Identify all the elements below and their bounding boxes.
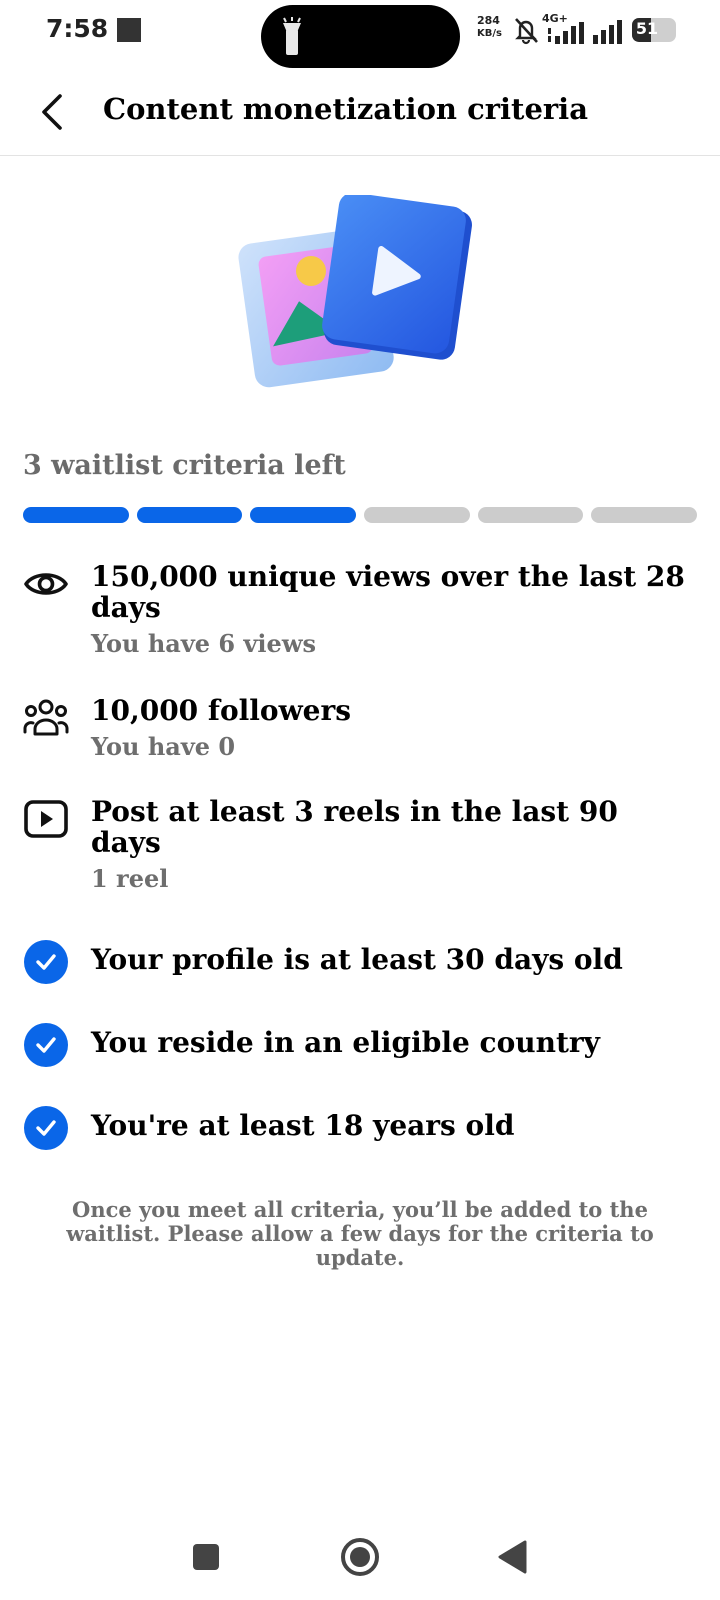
monetization-illustration (238, 195, 472, 388)
criterion-text: Your profile is at least 30 days old (91, 944, 691, 975)
top-app-bar: Content monetization criteria (0, 64, 720, 156)
criterion-text: Post at least 3 reels in the last 90 day… (91, 796, 691, 894)
circle-home-icon (341, 1538, 379, 1576)
eye-icon (23, 561, 69, 607)
system-nav-bar (0, 1520, 720, 1600)
check-circle-icon (23, 1105, 69, 1151)
followers-icon (23, 695, 69, 741)
criterion-status: 1 reel (91, 864, 169, 893)
criterion-text: You're at least 18 years old (91, 1110, 691, 1141)
chevron-left-icon (42, 94, 62, 130)
progress-segment (23, 507, 129, 523)
mute-bell-icon (515, 18, 538, 45)
criterion-text: 10,000 followers You have 0 (91, 695, 691, 762)
battery-icon: 51 (632, 18, 676, 42)
criterion-title: You reside in an eligible country (91, 1026, 600, 1059)
progress-segment (591, 507, 698, 523)
play-card-icon (322, 195, 472, 360)
criterion-status: You have 0 (91, 732, 236, 761)
net-speed: 284 KB/s (477, 14, 511, 40)
triangle-back-icon (498, 1540, 527, 1574)
flashlight-icon (283, 17, 301, 55)
progress-segment (250, 507, 357, 523)
square-icon (193, 1544, 219, 1570)
criteria-progress-bar (23, 507, 698, 523)
criteria-left-label: 3 waitlist criteria left (23, 450, 346, 481)
reels-icon (23, 796, 69, 842)
check-circle-icon (23, 1022, 69, 1068)
criterion-title: Your profile is at least 30 days old (91, 943, 623, 976)
status-time: 7:58 (46, 14, 109, 43)
progress-segment (136, 507, 243, 523)
notification-square-icon (117, 18, 141, 42)
check-circle-icon (23, 939, 69, 985)
camera-island (261, 5, 460, 68)
criterion-status: You have 6 views (91, 629, 316, 658)
battery-level: 51 (635, 19, 659, 38)
signal-strength-icon (548, 22, 584, 44)
recents-button[interactable] (181, 1532, 231, 1582)
home-button[interactable] (335, 1532, 385, 1582)
criterion-title: You're at least 18 years old (91, 1109, 515, 1142)
progress-segment (477, 507, 584, 523)
waitlist-footnote: Once you meet all criteria, you’ll be ad… (66, 1197, 654, 1270)
net-speed-value: 284 (477, 14, 500, 27)
criterion-title: Post at least 3 reels in the last 90 day… (91, 795, 618, 859)
back-button[interactable] (30, 90, 74, 134)
criterion-text: 150,000 unique views over the last 28 da… (91, 561, 691, 659)
criterion-title: 150,000 unique views over the last 28 da… (91, 560, 685, 624)
criterion-text: You reside in an eligible country (91, 1027, 691, 1058)
signal-strength-2-icon (593, 20, 622, 44)
page-title: Content monetization criteria (103, 92, 588, 126)
criterion-title: 10,000 followers (91, 694, 352, 727)
net-speed-unit: KB/s (477, 28, 502, 39)
status-bar: 7:58 284 KB/s 4G+ 51 (0, 0, 720, 68)
nav-back-button[interactable] (488, 1532, 538, 1582)
progress-segment (364, 507, 470, 523)
